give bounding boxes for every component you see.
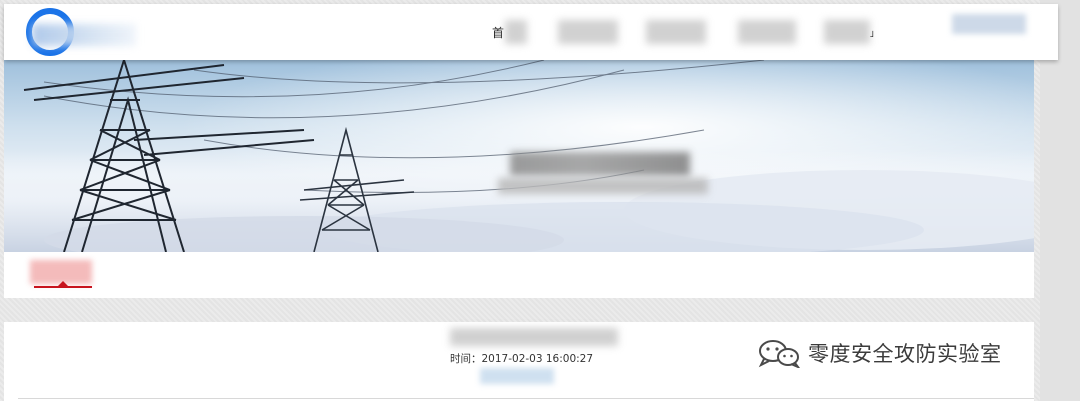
banner-title-blurred	[498, 152, 708, 196]
article-source-blurred[interactable]	[480, 368, 554, 384]
nav-item-mark: 」	[870, 28, 880, 39]
wechat-watermark: 零度安全攻防实验室	[756, 336, 1002, 370]
article-time: 时间：2017-02-03 16:00:27	[450, 351, 593, 366]
watermark-text: 零度安全攻防实验室	[808, 342, 1002, 366]
section-tabs	[4, 252, 1034, 298]
nav-item-5[interactable]: 」	[824, 16, 879, 48]
nav-item-blurred	[646, 20, 706, 44]
nav-item-2[interactable]	[558, 16, 618, 48]
nav-item-blurred	[558, 20, 618, 44]
page-background-gutter	[1040, 0, 1080, 401]
nav-item-blurred	[824, 20, 870, 44]
wechat-icon	[758, 340, 800, 368]
nav-item-blurred	[505, 20, 528, 44]
article-time-value: 2017-02-03 16:00:27	[481, 353, 594, 365]
nav-item-home[interactable]: 首	[492, 16, 530, 48]
site-logo[interactable]	[20, 8, 152, 56]
banner-title-line1	[510, 152, 690, 176]
login-link-blurred[interactable]	[952, 14, 1026, 34]
nav-item-4[interactable]	[738, 16, 796, 48]
article-divider	[18, 398, 1034, 399]
nav-item-label: 首	[492, 25, 505, 40]
nav-item-blurred	[738, 20, 796, 44]
site-header: 首 」	[4, 4, 1058, 60]
article-time-label: 时间：	[450, 353, 482, 365]
main-nav: 首 」	[492, 16, 907, 48]
hero-banner	[4, 60, 1034, 252]
logo-text-blurred	[32, 24, 136, 46]
nav-item-3[interactable]	[646, 16, 706, 48]
banner-title-line2	[498, 178, 708, 194]
article-title-blurred	[450, 328, 618, 346]
tab-indicator-underline	[34, 286, 92, 288]
